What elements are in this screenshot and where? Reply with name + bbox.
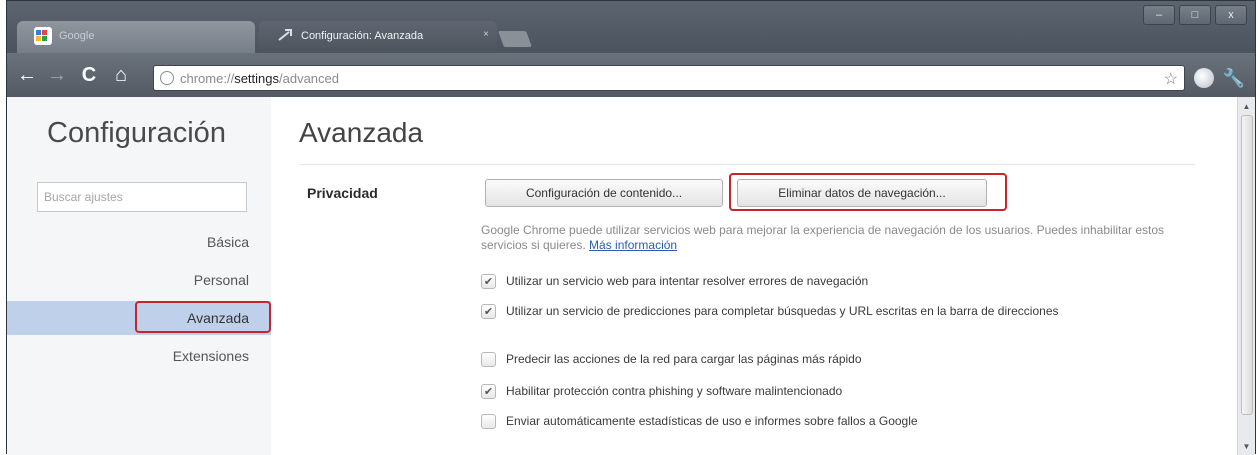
window-controls: – □ x	[1143, 5, 1247, 25]
search-input[interactable]	[38, 183, 246, 211]
main-panel: Avanzada Privacidad Configuración de con…	[299, 97, 1219, 455]
tab-settings[interactable]: Configuración: Avanzada ×	[259, 21, 497, 53]
highlight-box	[135, 301, 271, 333]
sidebar-item-personal[interactable]: Personal	[7, 263, 271, 297]
checkbox[interactable]: ✔	[481, 274, 496, 289]
checkbox[interactable]: ✔	[481, 384, 496, 399]
learn-more-link[interactable]: Más información	[589, 238, 677, 252]
tab-close-icon[interactable]: ×	[483, 29, 489, 40]
option-label: Utilizar un servicio de predicciones par…	[506, 304, 1059, 318]
sidebar-item-basica[interactable]: Básica	[7, 225, 271, 259]
scroll-down-icon[interactable]: ▼	[1240, 439, 1253, 453]
wrench-icon[interactable]: 🔧	[1221, 65, 1247, 91]
sidebar: Configuración Básica Personal Avanzada E…	[7, 97, 271, 455]
checkbox[interactable]	[481, 414, 496, 429]
star-icon[interactable]: ☆	[1164, 69, 1178, 89]
content-settings-button[interactable]: Configuración de contenido...	[485, 179, 723, 207]
search-settings[interactable]	[37, 182, 247, 212]
back-icon[interactable]: ←	[15, 63, 39, 87]
scroll-thumb[interactable]	[1241, 115, 1253, 415]
close-button[interactable]: x	[1215, 5, 1247, 25]
highlight-box	[729, 173, 1007, 211]
sidebar-title: Configuración	[47, 117, 226, 149]
checkbox[interactable]	[481, 352, 496, 367]
section-label: Privacidad	[307, 185, 378, 201]
page-title: Avanzada	[299, 117, 424, 148]
minimize-button[interactable]: –	[1143, 5, 1175, 25]
tab-title: Configuración: Avanzada	[301, 30, 424, 42]
extension-icon[interactable]	[1191, 65, 1217, 91]
page-icon	[160, 71, 174, 85]
address-bar[interactable]: chrome://settings/advanced ☆	[153, 65, 1185, 91]
new-tab-button[interactable]	[498, 31, 532, 47]
reload-icon[interactable]: C	[77, 63, 101, 87]
settings-page: Configuración Básica Personal Avanzada E…	[7, 97, 1239, 455]
tab-title: Google	[59, 30, 95, 42]
option-row: Predecir las acciones de la red para car…	[481, 351, 1146, 367]
forward-icon[interactable]: →	[45, 63, 69, 87]
settings-favicon	[278, 29, 292, 41]
maximize-button[interactable]: □	[1179, 5, 1211, 25]
option-row: ✔ Utilizar un servicio web para intentar…	[481, 273, 1146, 289]
title-divider	[299, 164, 1195, 165]
toolbar: ← → C ⌂ chrome://settings/advanced ☆ 🔧	[7, 53, 1255, 97]
scroll-up-icon[interactable]: ▲	[1240, 99, 1253, 113]
home-icon[interactable]: ⌂	[109, 63, 133, 87]
checkbox[interactable]: ✔	[481, 304, 496, 319]
browser-window: Google Configuración: Avanzada × – □ x ←…	[6, 0, 1256, 455]
option-row: Enviar automáticamente estadísticas de u…	[481, 413, 1146, 429]
option-label: Utilizar un servicio web para intentar r…	[506, 274, 869, 288]
option-label: Enviar automáticamente estadísticas de u…	[506, 414, 918, 428]
sidebar-item-extensiones[interactable]: Extensiones	[7, 339, 271, 373]
option-row: ✔ Habilitar protección contra phishing y…	[481, 383, 1146, 399]
privacy-description: Google Chrome puede utilizar servicios w…	[481, 223, 1165, 252]
tab-google[interactable]: Google	[17, 21, 255, 53]
scrollbar[interactable]: ▲ ▼	[1237, 97, 1255, 455]
option-label: Habilitar protección contra phishing y s…	[506, 384, 843, 398]
url-text: chrome://settings/advanced	[180, 71, 339, 86]
option-row: ✔ Utilizar un servicio de predicciones p…	[481, 303, 1146, 319]
title-bar: Google Configuración: Avanzada × – □ x	[7, 1, 1255, 53]
option-label: Predecir las acciones de la red para car…	[506, 352, 862, 366]
google-favicon	[34, 27, 52, 45]
